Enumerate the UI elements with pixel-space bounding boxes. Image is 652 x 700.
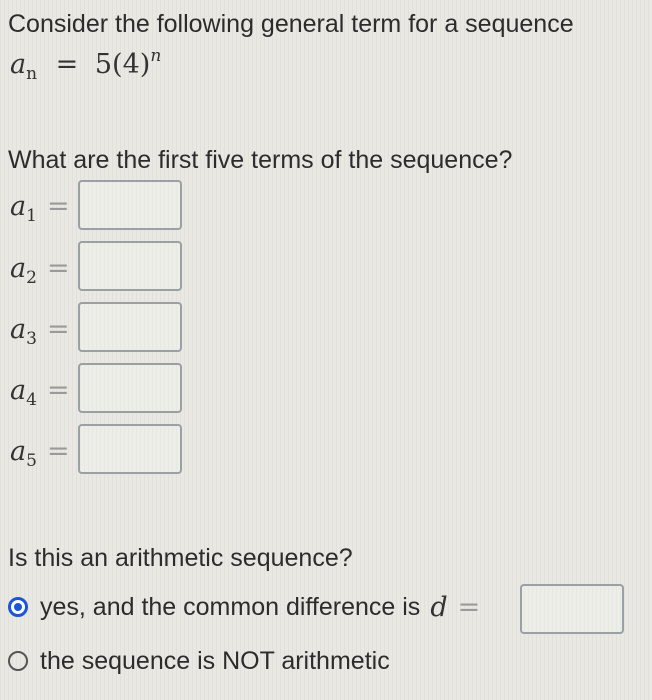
general-term-formula: an = 5(4)n (10, 48, 161, 83)
term-label-5: a5 = (10, 436, 70, 471)
option-not-label: the sequence is NOT arithmetic (40, 646, 390, 675)
term-label-3: a3 = (10, 314, 70, 349)
common-difference-input[interactable] (520, 584, 624, 634)
question-prompt: Consider the following general term for … (8, 10, 574, 38)
term-label-2: a2 = (10, 253, 70, 288)
formula-subscript: n (26, 64, 38, 84)
option-not-arithmetic[interactable]: the sequence is NOT arithmetic (8, 646, 390, 676)
option-yes-label: yes, and the common difference is (40, 592, 421, 621)
radio-selected-icon[interactable] (8, 597, 28, 617)
terms-question: What are the first five terms of the seq… (8, 146, 513, 174)
term-label-4: a4 = (10, 375, 70, 410)
term-input-1[interactable] (78, 180, 182, 230)
common-difference-symbol: d = (430, 591, 481, 623)
formula-equals: = (55, 49, 79, 80)
term-input-2[interactable] (78, 241, 182, 291)
radio-unselected-icon[interactable] (8, 651, 28, 671)
term-label-1: a1 = (10, 191, 70, 226)
formula-rhs: 5(4) (94, 49, 151, 80)
option-yes-arithmetic[interactable]: yes, and the common difference is d = (8, 592, 480, 622)
term-input-4[interactable] (78, 363, 182, 413)
formula-symbol: a (10, 49, 27, 80)
arithmetic-question: Is this an arithmetic sequence? (8, 544, 353, 572)
formula-exponent: n (150, 46, 162, 66)
term-input-5[interactable] (78, 424, 182, 474)
term-input-3[interactable] (78, 302, 182, 352)
